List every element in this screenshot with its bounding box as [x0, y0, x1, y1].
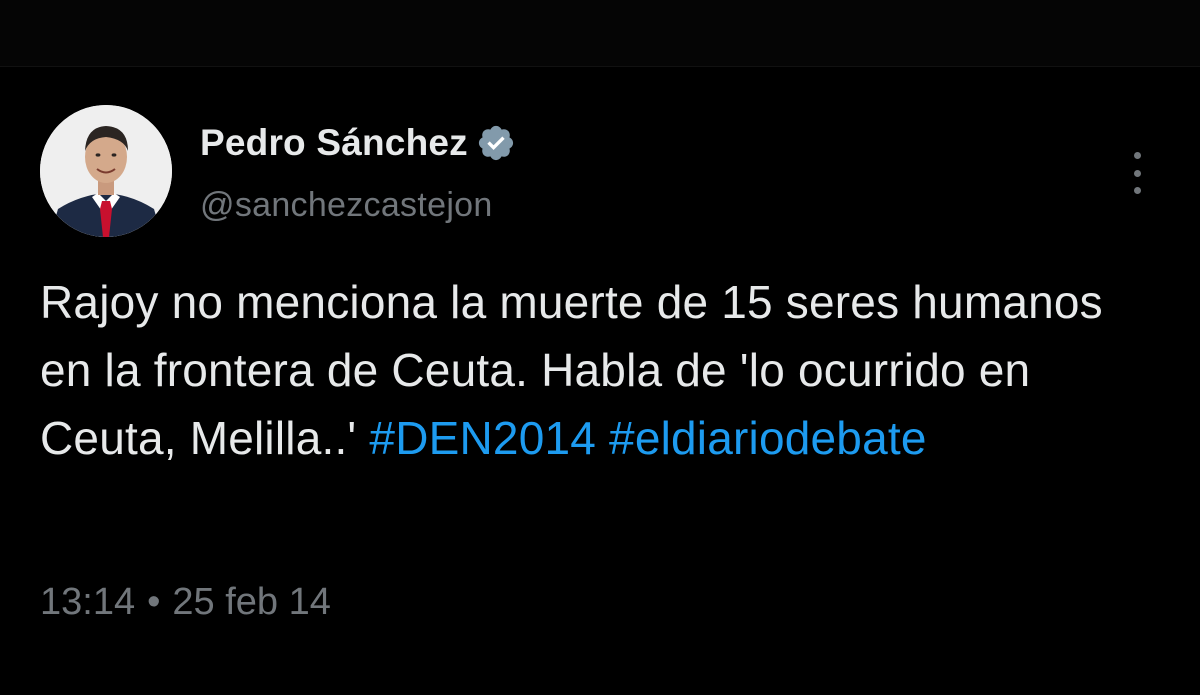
- top-bar: [0, 0, 1200, 67]
- more-dot: [1133, 169, 1141, 177]
- hashtag-den2014[interactable]: #DEN2014: [369, 412, 596, 464]
- tweet-text: Rajoy no menciona la muerte de 15 seres …: [40, 268, 1160, 472]
- verified-badge-icon[interactable]: [476, 123, 516, 163]
- more-dot: [1133, 187, 1141, 194]
- tweet-card[interactable]: Pedro Sánchez @sanchezcastejon Rajoy no …: [0, 66, 1200, 695]
- avatar[interactable]: [40, 105, 172, 237]
- author-name-row: Pedro Sánchez: [200, 118, 516, 168]
- meta-separator: •: [147, 581, 161, 623]
- tweet-timestamp[interactable]: 13:14 • 25 feb 14: [40, 581, 331, 624]
- tweet-time: 13:14: [40, 581, 136, 623]
- more-options-icon[interactable]: [1122, 150, 1152, 196]
- hashtag-eldiariodebate[interactable]: #eldiariodebate: [609, 412, 927, 464]
- avatar-photo: [40, 105, 172, 237]
- tweet-date: 25 feb 14: [172, 581, 331, 623]
- more-dot: [1133, 152, 1141, 159]
- author-handle[interactable]: @sanchezcastejon: [200, 186, 493, 225]
- author-display-name[interactable]: Pedro Sánchez: [200, 122, 468, 164]
